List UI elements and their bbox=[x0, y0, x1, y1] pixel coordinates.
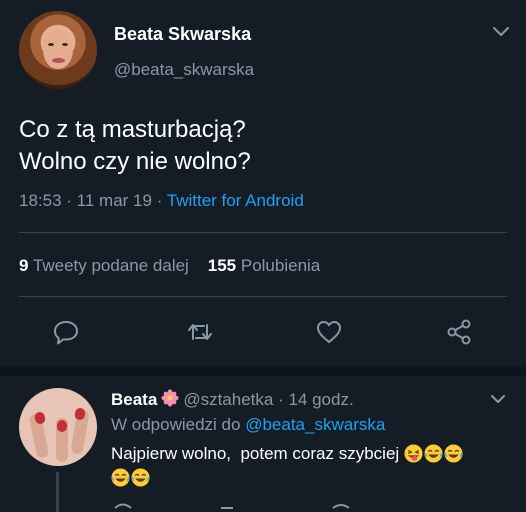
tweet-text: Co z tą masturbacją? Wolno czy nie wolno… bbox=[19, 114, 251, 178]
tweet-text-line-2: Wolno czy nie wolno? bbox=[19, 148, 251, 175]
tears-of-joy-emoji-icon bbox=[131, 468, 150, 487]
reply-header: Beata @sztahetka · 14 godz. bbox=[111, 389, 354, 409]
tweet-separator bbox=[0, 366, 526, 376]
author-handle[interactable]: @beata_skwarska bbox=[114, 60, 254, 80]
reply-icon[interactable] bbox=[52, 318, 80, 346]
tongue-out-emoji-icon bbox=[404, 444, 423, 463]
reply-author-avatar[interactable] bbox=[19, 388, 97, 466]
tweet-stats: 9 Tweety podane dalej 155 Polubienia bbox=[19, 256, 320, 276]
tweet-meta: 18:53 · 11 mar 19 · Twitter for Android bbox=[19, 191, 304, 210]
chevron-down-icon[interactable] bbox=[492, 26, 510, 38]
like-icon[interactable] bbox=[315, 318, 343, 346]
reply-author-name[interactable]: Beata bbox=[111, 390, 157, 409]
likes-count: 155 bbox=[207, 256, 237, 275]
author-avatar[interactable] bbox=[19, 11, 97, 89]
flower-emoji-icon bbox=[161, 389, 179, 407]
tweet-text-line-1: Co z tą masturbacją? bbox=[19, 116, 246, 143]
share-icon[interactable] bbox=[445, 318, 473, 346]
likes-label: Polubienia bbox=[240, 256, 321, 275]
replying-to-prefix: W odpowiedzi do bbox=[111, 415, 241, 434]
tweet-actions bbox=[0, 318, 526, 348]
reply-text-body: Najpierw wolno, potem coraz szybciej bbox=[111, 444, 400, 463]
retweets-label: Tweety podane dalej bbox=[32, 256, 189, 275]
reply-actions-partial bbox=[114, 503, 350, 509]
tears-of-joy-emoji-icon bbox=[424, 444, 443, 463]
replying-to: W odpowiedzi do @beata_skwarska bbox=[111, 415, 385, 435]
retweet-icon[interactable] bbox=[186, 318, 214, 346]
tears-of-joy-emoji-icon bbox=[111, 468, 130, 487]
chevron-down-icon[interactable] bbox=[490, 394, 506, 404]
tweet-date: 11 mar 19 bbox=[76, 191, 152, 210]
author-name[interactable]: Beata Skwarska bbox=[114, 24, 251, 45]
reply-text: Najpierw wolno, potem coraz szybciej bbox=[111, 442, 511, 490]
retweets-stat[interactable]: 9 Tweety podane dalej bbox=[19, 256, 189, 275]
tears-of-joy-emoji-icon bbox=[444, 444, 463, 463]
divider bbox=[19, 232, 507, 233]
reply-age: 14 godz. bbox=[288, 390, 354, 409]
tweet-time: 18:53 bbox=[19, 191, 62, 210]
divider bbox=[19, 296, 507, 297]
thread-line bbox=[56, 472, 59, 512]
likes-stat[interactable]: 155 Polubienia bbox=[208, 256, 321, 275]
replying-to-handle[interactable]: @beata_skwarska bbox=[245, 415, 385, 434]
main-tweet: Beata Skwarska @beata_skwarska Co z tą m… bbox=[0, 0, 526, 366]
reply-author-handle[interactable]: @sztahetka bbox=[183, 390, 273, 409]
retweets-count: 9 bbox=[19, 256, 29, 275]
tweet-source-link[interactable]: Twitter for Android bbox=[167, 191, 304, 210]
reply-tweet[interactable]: Beata @sztahetka · 14 godz. W odpowiedzi… bbox=[0, 376, 526, 512]
